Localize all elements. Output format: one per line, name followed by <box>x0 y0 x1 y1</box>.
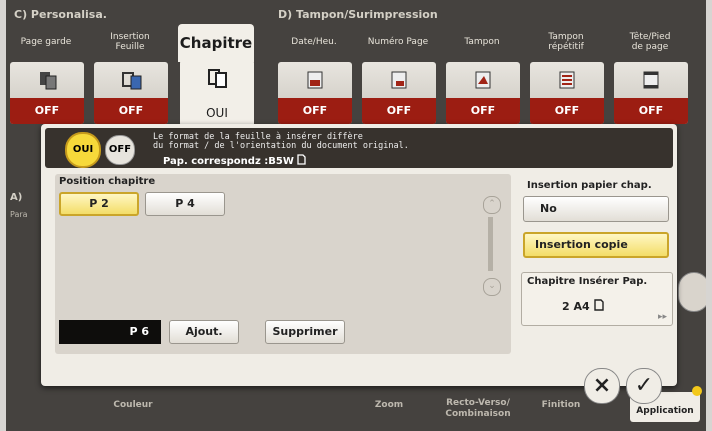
tile-chapitre[interactable]: OUI <box>180 60 254 126</box>
bottom-recto-verso[interactable]: Recto-Verso/ Combinaison <box>438 398 518 420</box>
chapter-paper-button[interactable]: Chapitre Insérer Pap. 2 A4 ▸▸ <box>521 272 673 326</box>
oui-toggle[interactable]: OUI <box>65 132 101 168</box>
chapter-p4[interactable]: P 4 <box>145 192 225 216</box>
insert-sheet-icon <box>122 72 142 90</box>
tile-tampon[interactable]: OFF <box>446 62 520 124</box>
tab-chapitre[interactable]: Chapitre <box>178 24 254 62</box>
paper-match-text: Pap. correspondz :B5W <box>163 156 294 167</box>
status-tete-pied: OFF <box>614 98 688 124</box>
dialog-header: OUI OFF Le format de la feuille à insére… <box>45 128 673 168</box>
chevron-right-icon: ▸▸ <box>657 312 667 322</box>
tile-numero-page[interactable]: OFF <box>362 62 436 124</box>
tab-tampon-repetitif[interactable]: Tampon répétitif <box>528 22 604 62</box>
scrollbar-track[interactable] <box>488 217 493 271</box>
tile-tampon-repetitif[interactable]: OFF <box>530 62 604 124</box>
insertion-copy-button[interactable]: Insertion copie <box>523 232 669 258</box>
cover-page-icon <box>40 72 57 90</box>
date-time-stamp-icon <box>307 71 323 89</box>
position-title: Position chapitre <box>59 176 156 187</box>
portrait-paper-icon <box>297 154 306 165</box>
bottom-finition[interactable]: Finition <box>526 400 596 410</box>
status-numero-page: OFF <box>362 98 436 124</box>
chapter-paper-value-text: 2 A4 <box>562 300 590 313</box>
section-c-label: C) Personalisa. <box>14 8 107 21</box>
partial-section-a: A) <box>10 192 23 203</box>
partial-round-button[interactable] <box>678 272 706 312</box>
status-insertion-feuille: OFF <box>94 98 168 124</box>
delete-button[interactable]: Supprimer <box>265 320 345 344</box>
tile-insertion-feuille[interactable]: OFF <box>94 62 168 124</box>
status-tampon-repetitif: OFF <box>530 98 604 124</box>
tab-insertion-feuille[interactable]: Insertion Feuille <box>92 22 168 62</box>
scroll-down-icon[interactable]: ⌄ <box>483 278 501 296</box>
page-number-icon <box>391 71 407 89</box>
tab-date-heure[interactable]: Date/Heu. <box>276 22 352 62</box>
tile-page-garde[interactable]: OFF <box>10 62 84 124</box>
status-page-garde: OFF <box>10 98 84 124</box>
portrait-paper-icon <box>593 299 604 311</box>
scroll-up-icon[interactable]: ⌃ <box>483 196 501 214</box>
add-button[interactable]: Ajout. <box>169 320 239 344</box>
tile-tete-pied[interactable]: OFF <box>614 62 688 124</box>
header-footer-icon <box>643 71 659 89</box>
off-toggle[interactable]: OFF <box>105 135 135 165</box>
tab-page-garde[interactable]: Page garde <box>8 22 84 62</box>
section-d-label: D) Tampon/Surimpression <box>278 8 438 21</box>
partial-para-label: Para <box>10 210 28 219</box>
insertion-no-button[interactable]: No <box>523 196 669 222</box>
tab-tampon[interactable]: Tampon <box>444 22 520 62</box>
bottom-couleur[interactable]: Couleur <box>98 400 168 410</box>
ok-button[interactable]: ✓ <box>626 368 662 404</box>
status-date-heure: OFF <box>278 98 352 124</box>
chapter-paper-title: Chapitre Insérer Pap. <box>527 276 648 287</box>
repeat-stamp-icon <box>559 71 575 89</box>
page-number-input[interactable]: P 6 <box>59 320 161 344</box>
stamp-icon <box>475 71 491 89</box>
tile-date-heure[interactable]: OFF <box>278 62 352 124</box>
cancel-button[interactable]: × <box>584 368 620 404</box>
tab-numero-page[interactable]: Numéro Page <box>360 22 436 62</box>
chapter-dialog: OUI OFF Le format de la feuille à insére… <box>41 124 677 386</box>
warning-message: Le format de la feuille à insérer diffèr… <box>153 132 409 151</box>
application-indicator-dot <box>692 386 702 396</box>
status-tampon: OFF <box>446 98 520 124</box>
chapter-icon <box>208 69 227 88</box>
tab-tete-pied[interactable]: Tête/Pied de page <box>612 22 688 62</box>
chapter-paper-value: 2 A4 <box>562 299 604 313</box>
screen: C) Personalisa. D) Tampon/Surimpression … <box>6 0 706 431</box>
status-chapitre: OUI <box>180 100 254 126</box>
chapter-p2[interactable]: P 2 <box>59 192 139 216</box>
bottom-zoom[interactable]: Zoom <box>354 400 424 410</box>
insertion-title: Insertion papier chap. <box>527 180 652 191</box>
paper-match-message: Pap. correspondz :B5W <box>163 154 306 167</box>
